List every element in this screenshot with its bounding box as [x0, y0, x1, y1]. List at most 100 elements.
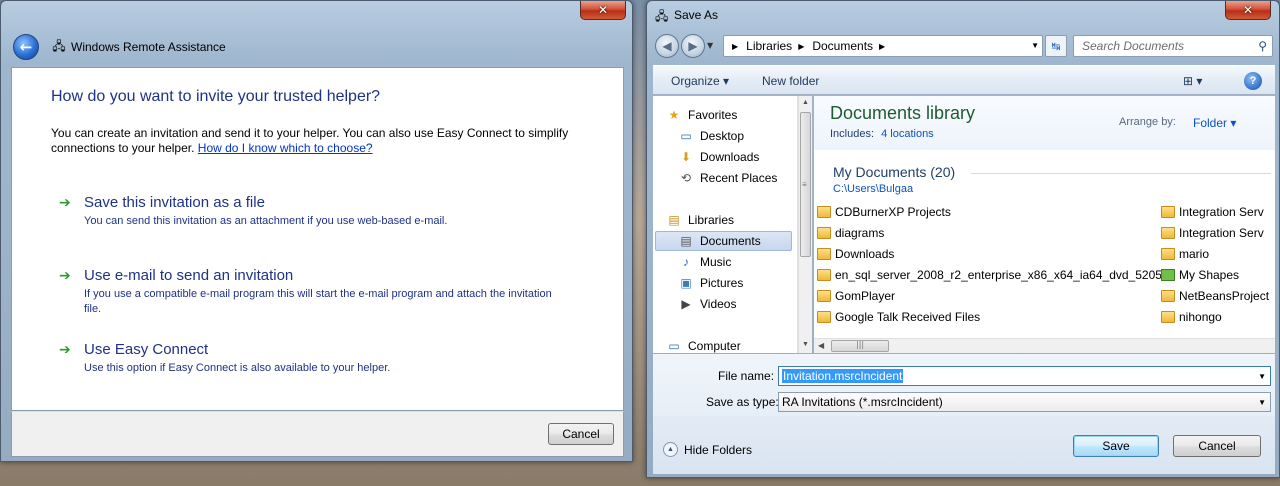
- recent-pages-dropdown-icon[interactable]: ▼: [707, 41, 713, 50]
- list-item[interactable]: mario: [1161, 245, 1209, 263]
- file-name: My Shapes: [1179, 268, 1240, 282]
- back-arrow-icon[interactable]: ←: [13, 34, 39, 60]
- library-title: Documents library: [830, 103, 976, 123]
- list-item[interactable]: diagrams: [817, 224, 884, 242]
- nav-pane-scrollbar[interactable]: ▲ ≡ ▼: [798, 96, 812, 353]
- forward-icon[interactable]: ▶: [681, 34, 705, 58]
- nav-item-recent-places[interactable]: ⟲ Recent Places: [677, 168, 777, 188]
- sa-cancel-button[interactable]: Cancel: [1173, 435, 1261, 457]
- breadcrumb-libraries[interactable]: Libraries: [746, 39, 792, 53]
- group-header[interactable]: My Documents (20): [833, 164, 955, 180]
- option-title[interactable]: Use Easy Connect: [84, 341, 208, 358]
- chevron-right-icon[interactable]: ▶: [798, 42, 804, 51]
- option-description: You can send this invitation as an attac…: [84, 215, 448, 227]
- nav-item-documents[interactable]: ▤ Documents: [655, 231, 792, 251]
- green-arrow-icon: ➔: [59, 268, 71, 284]
- views-button[interactable]: ⊞ ▾: [1183, 74, 1202, 88]
- address-dropdown-icon[interactable]: ▼: [1031, 41, 1039, 50]
- option-description: If you use a compatible e-mail program t…: [84, 288, 552, 315]
- folder-icon: [817, 290, 831, 302]
- search-input[interactable]: Search Documents ⚲: [1073, 35, 1273, 57]
- ra-heading: How do you want to invite your trusted h…: [51, 88, 381, 105]
- scroll-left-icon[interactable]: ◀: [818, 341, 824, 350]
- save-form: File name: Invitation.msrcIncident ▼ Sav…: [653, 354, 1275, 416]
- option-title[interactable]: Use e-mail to send an invitation: [84, 267, 293, 284]
- filetype-label: Save as type:: [706, 395, 779, 409]
- ra-cancel-button[interactable]: Cancel: [548, 423, 614, 445]
- file-name: Google Talk Received Files: [835, 310, 981, 324]
- list-item[interactable]: Downloads: [817, 245, 894, 263]
- list-item[interactable]: en_sql_server_2008_r2_enterprise_x86_x64…: [817, 266, 1175, 284]
- list-item[interactable]: GomPlayer: [817, 287, 895, 305]
- nav-item-label: Libraries: [688, 213, 735, 227]
- nav-item-label: Music: [700, 255, 732, 269]
- filetype-value: RA Invitations (*.msrcIncident): [782, 395, 943, 409]
- sa-close-button[interactable]: ✕: [1225, 1, 1271, 20]
- nav-item-label: Desktop: [700, 129, 745, 143]
- search-icon[interactable]: ⚲: [1258, 39, 1267, 53]
- includes-label: Includes:: [830, 128, 875, 140]
- sa-window-title: Save As: [674, 8, 719, 22]
- green-arrow-icon: ➔: [59, 342, 71, 358]
- list-item[interactable]: nihongo: [1161, 308, 1222, 326]
- ra-footer: Cancel: [11, 411, 624, 457]
- save-button[interactable]: Save: [1073, 435, 1159, 457]
- filetype-select[interactable]: RA Invitations (*.msrcIncident) ▼: [778, 392, 1271, 412]
- ra-content: How do you want to invite your trusted h…: [11, 67, 624, 411]
- arrange-by-label: Arrange by:: [1119, 116, 1176, 128]
- file-name: Integration Serv: [1179, 205, 1264, 219]
- file-list-scrollbar[interactable]: ◀ |||: [814, 338, 1275, 353]
- filename-input[interactable]: Invitation.msrcIncident ▼: [778, 366, 1271, 386]
- list-item[interactable]: Integration Serv: [1161, 203, 1264, 221]
- list-item[interactable]: Integration Serv: [1161, 224, 1264, 242]
- how-to-choose-link[interactable]: How do I know which to choose?: [198, 141, 373, 155]
- nav-item-computer[interactable]: ▭ Computer: [665, 336, 741, 356]
- documents-icon: ▤: [680, 234, 692, 248]
- chevron-right-icon[interactable]: ▶: [732, 42, 738, 51]
- nav-item-videos[interactable]: ▶ Videos: [677, 294, 736, 314]
- back-icon[interactable]: ◀: [655, 34, 679, 58]
- scroll-up-icon[interactable]: ▲: [802, 99, 809, 106]
- locations-link[interactable]: 4 locations: [881, 128, 934, 140]
- hide-folders-label: Hide Folders: [684, 442, 753, 457]
- filetype-dropdown-icon[interactable]: ▼: [1258, 398, 1266, 407]
- star-icon: ★: [668, 108, 680, 122]
- nav-item-label: Computer: [688, 339, 741, 353]
- nav-item-downloads[interactable]: ⬇ Downloads: [677, 147, 759, 167]
- list-item[interactable]: CDBurnerXP Projects: [817, 203, 951, 221]
- help-icon[interactable]: ?: [1244, 72, 1262, 90]
- chevron-right-icon[interactable]: ▶: [879, 42, 885, 51]
- nav-item-pictures[interactable]: ▣ Pictures: [677, 273, 743, 293]
- list-item[interactable]: My Shapes: [1161, 266, 1239, 284]
- arrange-by-dropdown[interactable]: Folder ▾: [1193, 116, 1236, 130]
- new-folder-button[interactable]: New folder: [762, 74, 819, 88]
- group-path[interactable]: C:\Users\Bulgaa: [833, 183, 913, 195]
- scroll-grip-icon: ≡: [802, 180, 807, 189]
- nav-item-libraries[interactable]: ▤ Libraries: [665, 210, 734, 230]
- refresh-icon[interactable]: ↹: [1045, 35, 1067, 57]
- organize-button[interactable]: Organize ▾: [671, 74, 729, 88]
- nav-item-favorites[interactable]: ★ Favorites: [665, 105, 738, 125]
- music-icon: ♪: [683, 255, 689, 269]
- sa-footer: ▲ Hide Folders Save Cancel: [653, 416, 1275, 474]
- nav-item-music[interactable]: ♪ Music: [677, 252, 731, 272]
- shapes-folder-icon: [1161, 269, 1175, 281]
- file-name: Integration Serv: [1179, 226, 1264, 240]
- folder-icon: [817, 311, 831, 323]
- folder-icon: [1161, 290, 1175, 302]
- list-item[interactable]: Google Talk Received Files: [817, 308, 980, 326]
- file-name: mario: [1179, 247, 1210, 261]
- ra-close-button[interactable]: ✕: [580, 1, 626, 20]
- chevron-up-icon[interactable]: ▲: [663, 442, 678, 457]
- breadcrumb-documents[interactable]: Documents: [812, 39, 873, 53]
- list-item[interactable]: NetBeansProject: [1161, 287, 1269, 305]
- option-title[interactable]: Save this invitation as a file: [84, 194, 265, 211]
- hide-folders-button[interactable]: ▲ Hide Folders: [663, 442, 752, 457]
- filename-value[interactable]: Invitation.msrcIncident: [782, 369, 904, 383]
- filename-dropdown-icon[interactable]: ▼: [1258, 372, 1266, 381]
- scroll-down-icon[interactable]: ▼: [802, 341, 809, 348]
- nav-item-desktop[interactable]: ▭ Desktop: [677, 126, 744, 146]
- nav-item-label: Videos: [700, 297, 737, 311]
- option-description: Use this option if Easy Connect is also …: [84, 362, 391, 374]
- address-bar[interactable]: ▶ Libraries ▶ Documents ▶ ▼: [723, 35, 1043, 57]
